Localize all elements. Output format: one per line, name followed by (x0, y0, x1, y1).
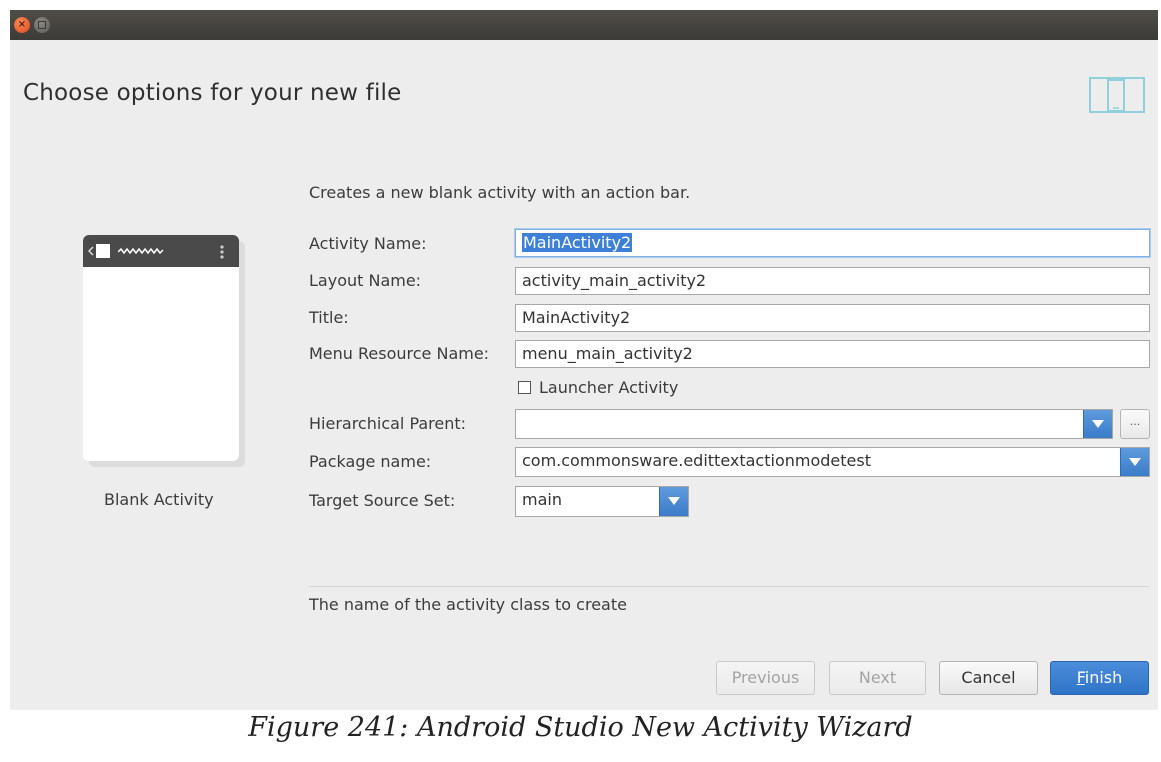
window-titlebar: × (10, 10, 1158, 40)
divider (309, 586, 1149, 587)
title-input[interactable]: MainActivity2 (515, 304, 1150, 332)
cancel-button[interactable]: Cancel (939, 661, 1038, 695)
template-name-label: Blank Activity (104, 490, 214, 509)
wizard-window: × Choose options for your new file Creat… (10, 10, 1158, 710)
overflow-menu-icon (220, 245, 224, 259)
chevron-down-icon[interactable] (1120, 448, 1149, 476)
target-source-set-label: Target Source Set: (309, 491, 456, 510)
maximize-window-icon[interactable] (34, 17, 50, 33)
finish-mnemonic: F (1076, 668, 1085, 687)
activity-name-label: Activity Name: (309, 234, 427, 253)
chevron-down-icon[interactable] (659, 487, 688, 516)
app-icon-placeholder (96, 244, 110, 258)
package-name-label: Package name: (309, 452, 432, 471)
package-name-combobox[interactable]: com.commonsware.edittextactionmodetest (515, 447, 1150, 477)
figure-caption: Figure 241: Android Studio New Activity … (248, 712, 913, 743)
browse-parent-button[interactable]: ... (1120, 409, 1150, 439)
title-squiggle-icon (118, 247, 164, 255)
finish-label-rest: inish (1084, 668, 1123, 687)
launcher-activity-checkbox[interactable]: Launcher Activity (518, 378, 678, 397)
layout-name-label: Layout Name: (309, 271, 422, 290)
template-description: Creates a new blank activity with an act… (309, 183, 691, 202)
layout-name-input[interactable]: activity_main_activity2 (515, 267, 1150, 295)
checkbox-box[interactable] (518, 381, 531, 394)
back-caret-icon (88, 246, 94, 256)
phone-preview (83, 235, 239, 461)
target-source-set-value: main (522, 490, 562, 509)
menu-resource-name-input[interactable]: menu_main_activity2 (515, 340, 1150, 368)
field-hint: The name of the activity class to create (309, 595, 627, 614)
activity-name-value: MainActivity2 (522, 233, 633, 252)
previous-button[interactable]: Previous (716, 661, 815, 695)
launcher-activity-label: Launcher Activity (539, 378, 679, 397)
chevron-down-icon[interactable] (1083, 410, 1112, 438)
hierarchical-parent-label: Hierarchical Parent: (309, 414, 467, 433)
package-name-value: com.commonsware.edittextactionmodetest (522, 451, 871, 470)
close-window-icon[interactable]: × (14, 17, 30, 33)
activity-name-input[interactable]: MainActivity2 (515, 229, 1150, 257)
device-form-factor-icon (1089, 77, 1145, 113)
page-title: Choose options for your new file (23, 80, 402, 106)
hierarchical-parent-combobox[interactable] (515, 409, 1113, 439)
title-label: Title: (309, 308, 349, 327)
target-source-set-select[interactable]: main (515, 486, 689, 517)
next-button[interactable]: Next (829, 661, 926, 695)
menu-resource-name-label: Menu Resource Name: (309, 344, 490, 363)
finish-button[interactable]: Finish (1050, 661, 1149, 695)
action-bar-preview (83, 235, 239, 267)
